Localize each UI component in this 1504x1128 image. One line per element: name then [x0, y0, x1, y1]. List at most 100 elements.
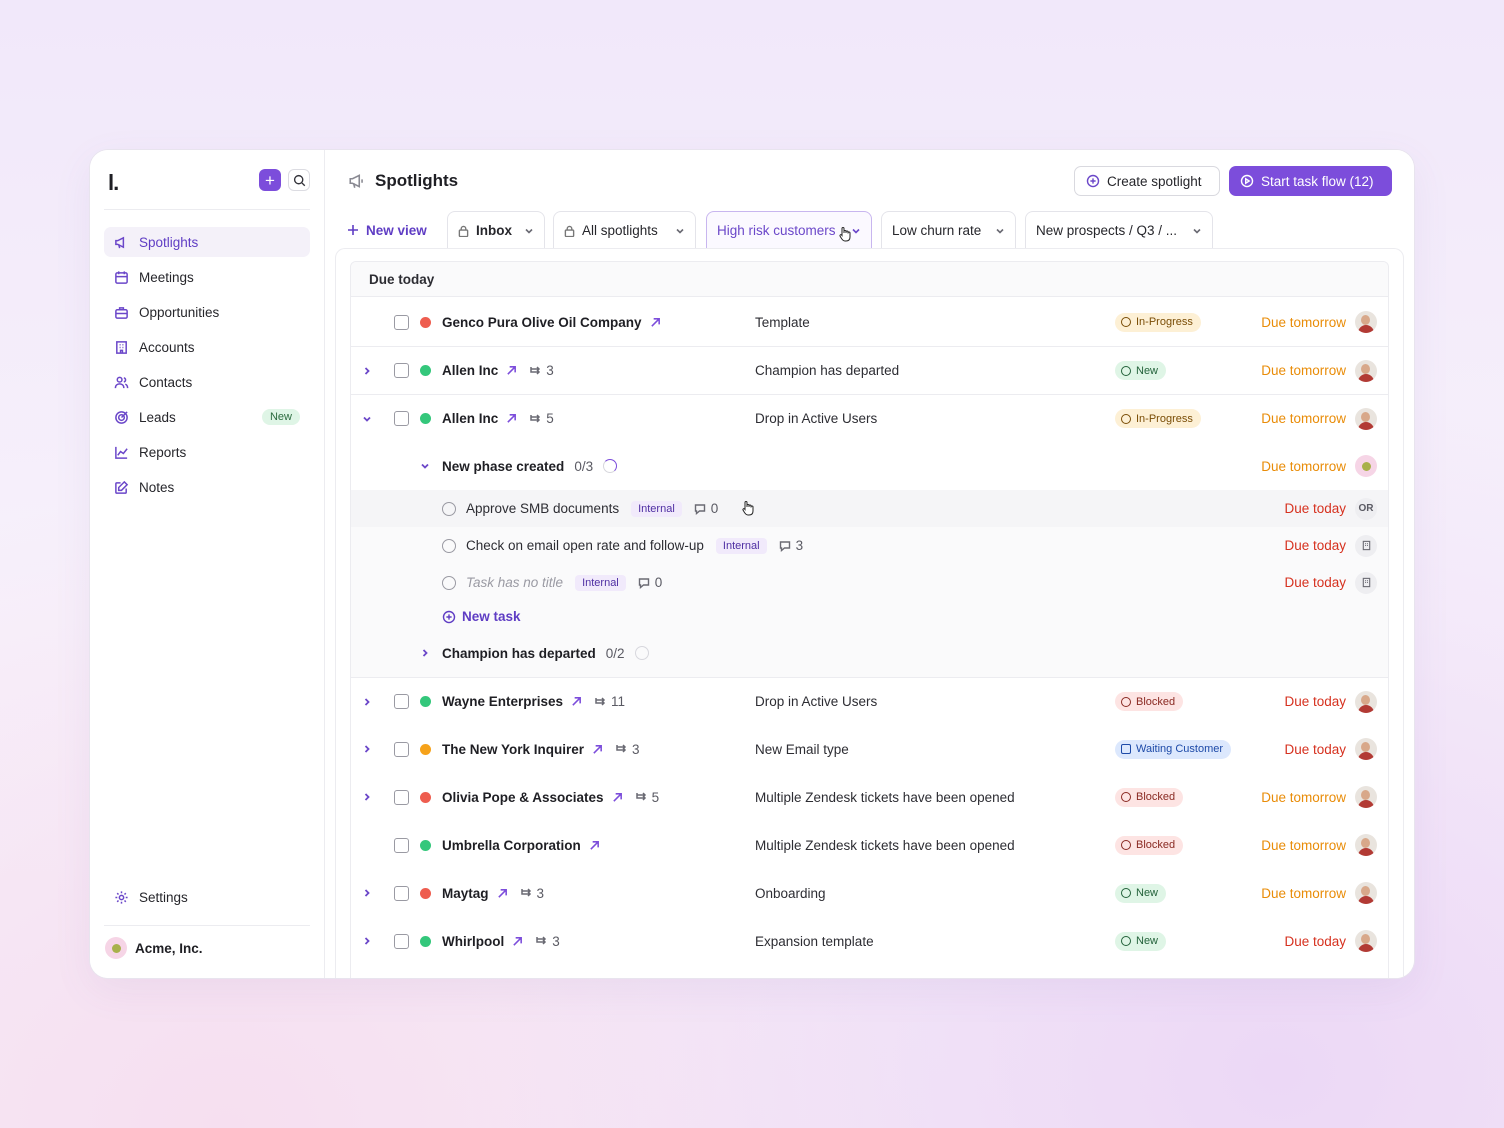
settings-link[interactable]: Settings [114, 890, 188, 905]
chevron-down-icon[interactable] [362, 414, 372, 424]
chevron-right-icon[interactable] [362, 697, 372, 707]
org-avatar [105, 937, 127, 959]
chevron-down-icon [996, 228, 1004, 234]
external-link-icon[interactable] [592, 744, 603, 755]
table-row[interactable]: Allen Inc 3 Champion has departed New Du… [351, 346, 1388, 394]
avatar[interactable] [1355, 311, 1377, 333]
table-row[interactable]: Wayne Enterprises 11 Drop in Active User… [351, 677, 1388, 725]
table-row[interactable]: The New York Inquirer 3 New Email type W… [351, 725, 1388, 773]
start-task-flow-button[interactable]: Start task flow (12) [1229, 166, 1392, 196]
tab-new-prospects[interactable]: New prospects / Q3 / ... [1025, 211, 1213, 249]
sidebar-item-contacts[interactable]: Contacts [104, 367, 310, 397]
row-checkbox[interactable] [394, 933, 409, 949]
tab-inbox[interactable]: Inbox [447, 211, 545, 249]
chevron-right-icon[interactable] [420, 648, 430, 658]
company-name[interactable]: Umbrella Corporation [442, 838, 581, 853]
row-checkbox[interactable] [394, 363, 409, 378]
external-link-icon[interactable] [612, 792, 623, 803]
external-link-icon[interactable] [506, 413, 517, 424]
external-link-icon[interactable] [571, 696, 582, 707]
avatar[interactable] [1355, 738, 1377, 760]
chevron-right-icon[interactable] [362, 936, 372, 946]
sidebar-item-accounts[interactable]: Accounts [104, 332, 310, 362]
comment-count[interactable]: 3 [779, 538, 803, 553]
company-name[interactable]: Maytag [442, 886, 489, 901]
phase-row[interactable]: New phase created 0/3 Due tomorrow [351, 442, 1388, 490]
sidebar-item-reports[interactable]: Reports [104, 437, 310, 467]
company-name[interactable]: Allen Inc [442, 363, 498, 378]
table-row[interactable]: Maytag 3 Onboarding New Due tomorrow [351, 869, 1388, 917]
row-checkbox[interactable] [394, 694, 409, 709]
comment-count[interactable]: 0 [694, 501, 718, 516]
row-checkbox[interactable] [394, 837, 409, 853]
chevron-right-icon[interactable] [362, 792, 372, 802]
avatar[interactable]: OR [1355, 497, 1377, 520]
sidebar-item-meetings[interactable]: Meetings [104, 262, 310, 292]
sidebar-item-opportunities[interactable]: Opportunities [104, 297, 310, 327]
avatar[interactable] [1355, 930, 1377, 952]
avatar[interactable] [1355, 786, 1377, 808]
new-view-button[interactable]: New view [347, 211, 427, 249]
add-button[interactable]: + [259, 169, 281, 191]
task-title[interactable]: Task has no title [466, 575, 563, 590]
company-name[interactable]: Wayne Enterprises [442, 694, 563, 709]
table-row[interactable]: Umbrella Corporation Multiple Zendesk ti… [351, 821, 1388, 869]
chevron-right-icon[interactable] [362, 888, 372, 898]
new-task-button[interactable]: New task [442, 609, 521, 624]
external-link-icon[interactable] [650, 317, 661, 328]
task-checkbox[interactable] [442, 575, 456, 590]
phase-row[interactable]: Champion has departed 0/2 [351, 629, 1388, 677]
company-name[interactable]: Allen Inc [442, 411, 498, 426]
sidebar-item-spotlights[interactable]: Spotlights [104, 227, 310, 257]
chevron-right-icon[interactable] [362, 744, 372, 754]
task-checkbox[interactable] [442, 501, 456, 516]
table-row[interactable]: Allen Inc 5 Drop in Active Users In-Prog… [351, 394, 1388, 442]
org-switcher[interactable]: Acme, Inc. [105, 937, 203, 959]
row-checkbox[interactable] [394, 314, 409, 330]
company-name[interactable]: Genco Pura Olive Oil Company [442, 315, 642, 330]
company-name[interactable]: Whirlpool [442, 934, 504, 949]
due-label: Due today [1284, 538, 1346, 553]
task-row[interactable]: Approve SMB documents Internal 0 Due tod… [351, 490, 1388, 527]
row-checkbox[interactable] [394, 789, 409, 805]
row-checkbox[interactable] [394, 741, 409, 757]
chevron-right-icon[interactable] [362, 366, 372, 376]
task-title[interactable]: Approve SMB documents [466, 501, 619, 516]
row-checkbox[interactable] [394, 411, 409, 426]
create-spotlight-button[interactable]: Create spotlight [1074, 166, 1220, 196]
avatar[interactable] [1355, 534, 1377, 557]
chevron-down-icon[interactable] [420, 461, 430, 471]
avatar[interactable] [1355, 882, 1377, 904]
external-link-icon[interactable] [497, 888, 508, 899]
avatar[interactable] [1355, 834, 1377, 856]
company-name[interactable]: The New York Inquirer [442, 742, 584, 757]
external-link-icon[interactable] [589, 840, 600, 851]
company-name[interactable]: Olivia Pope & Associates [442, 790, 604, 805]
status-dot [420, 316, 431, 328]
external-link-icon[interactable] [506, 365, 517, 376]
sidebar-item-notes[interactable]: Notes [104, 472, 310, 502]
avatar[interactable] [1355, 407, 1377, 430]
avatar[interactable] [1355, 359, 1377, 382]
search-button[interactable] [288, 169, 310, 191]
external-link-icon[interactable] [512, 936, 523, 947]
table-row[interactable]: Whirlpool 3 Expansion template New Due t… [351, 917, 1388, 965]
task-checkbox[interactable] [442, 538, 456, 553]
row-checkbox[interactable] [394, 885, 409, 901]
tab-label: Low churn rate [892, 223, 982, 238]
table-row[interactable]: Olivia Pope & Associates 5 Multiple Zend… [351, 773, 1388, 821]
avatar[interactable] [1355, 571, 1377, 594]
task-row[interactable]: Task has no title Internal 0 Due today [351, 564, 1388, 601]
tab-all-spotlights[interactable]: All spotlights [553, 211, 696, 249]
comment-count[interactable]: 0 [638, 575, 662, 590]
table-row[interactable]: Genco Pura Olive Oil Company Template In… [351, 298, 1388, 346]
task-title[interactable]: Check on email open rate and follow-up [466, 538, 704, 553]
org-name: Acme, Inc. [135, 940, 203, 956]
avatar[interactable] [1355, 455, 1377, 477]
sidebar-item-label: Meetings [139, 269, 194, 285]
reason-text: New Email type [755, 741, 849, 757]
tab-low-churn-rate[interactable]: Low churn rate [881, 211, 1016, 249]
avatar[interactable] [1355, 690, 1377, 713]
task-row[interactable]: Check on email open rate and follow-up I… [351, 527, 1388, 564]
sidebar-item-leads[interactable]: Leads New [104, 402, 310, 432]
